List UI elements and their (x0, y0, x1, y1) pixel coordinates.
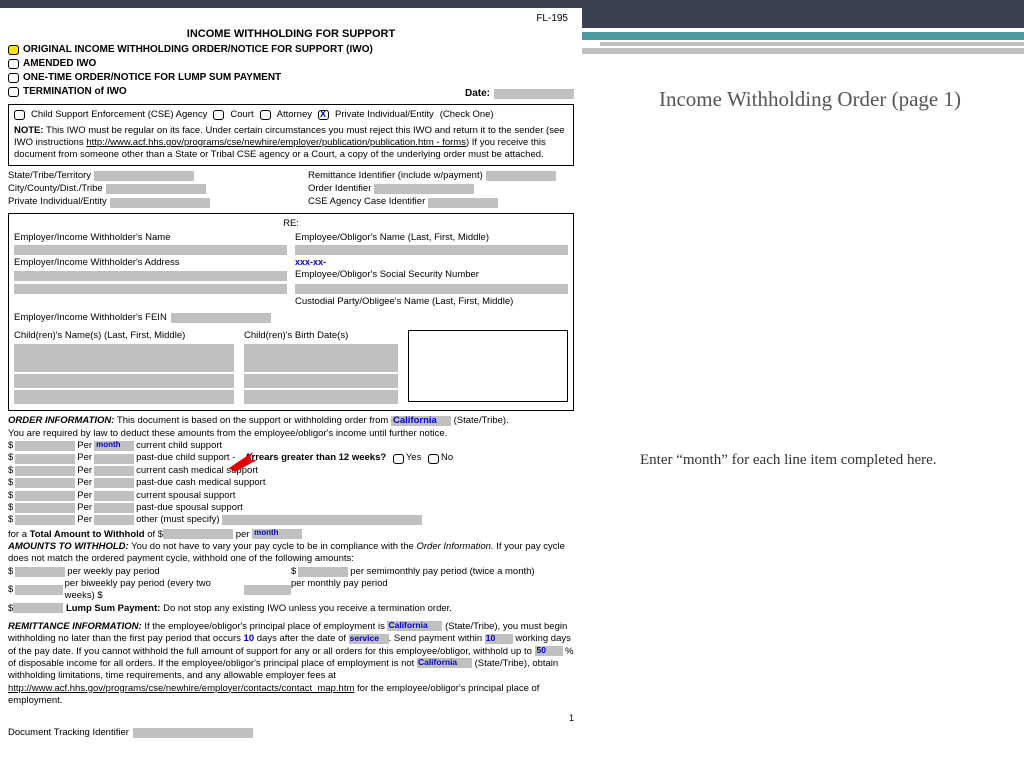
page-number: 1 (8, 713, 574, 725)
date-input[interactable] (494, 89, 574, 99)
amount-input[interactable] (13, 603, 63, 613)
checkbox-icon[interactable] (393, 454, 404, 464)
sender-section: Child Support Enforcement (CSE) Agency C… (8, 104, 574, 165)
parties-section: RE: Employer/Income Withholder's Name Em… (8, 213, 574, 412)
identifier-rows: State/Tribe/TerritoryRemittance Identifi… (8, 170, 574, 209)
field-input[interactable] (244, 374, 398, 388)
checkbox-icon[interactable] (260, 110, 271, 120)
field-input[interactable] (14, 390, 234, 404)
checkbox-checked-icon[interactable] (318, 110, 329, 120)
amount-input[interactable] (15, 585, 62, 595)
form-code: FL-195 (8, 12, 574, 25)
other-input[interactable] (222, 515, 422, 525)
field-input[interactable] (14, 284, 287, 294)
option-original: ORIGINAL INCOME WITHHOLDING ORDER/NOTICE… (8, 43, 574, 56)
field-input[interactable] (94, 171, 194, 181)
order-information: ORDER INFORMATION: This document is base… (8, 415, 574, 540)
amount-input[interactable] (15, 515, 75, 525)
tracking-row: Document Tracking Identifier (8, 727, 574, 739)
form-title: INCOME WITHHOLDING FOR SUPPORT (8, 27, 574, 41)
field-input[interactable] (428, 198, 498, 208)
amount-input[interactable] (15, 567, 65, 577)
option-amended: AMENDED IWO (8, 57, 574, 70)
amounts-section: AMOUNTS TO WITHHOLD: You do not have to … (8, 541, 574, 615)
total-input[interactable] (163, 529, 233, 539)
field-input[interactable] (171, 313, 271, 323)
slide-instruction: Enter “month” for each line item complet… (640, 450, 980, 471)
field-input[interactable] (295, 245, 568, 255)
period-input[interactable] (94, 478, 134, 488)
note-text: NOTE: This IWO must be regular on its fa… (14, 125, 568, 162)
period-input[interactable] (94, 491, 134, 501)
amount-input[interactable] (15, 466, 75, 476)
amount-input[interactable] (15, 478, 75, 488)
field-input[interactable] (14, 245, 287, 255)
form-document: FL-195 INCOME WITHHOLDING FOR SUPPORT OR… (0, 8, 582, 747)
tracking-input[interactable] (133, 728, 253, 738)
field-input[interactable] (374, 184, 474, 194)
period-input[interactable] (94, 515, 134, 525)
field-input[interactable] (14, 344, 234, 372)
header-stripe-2 (580, 48, 1024, 54)
option-onetime: ONE-TIME ORDER/NOTICE FOR LUMP SUM PAYME… (8, 71, 574, 84)
checkbox-icon[interactable] (8, 87, 19, 97)
checkbox-icon[interactable] (213, 110, 224, 120)
checkbox-icon[interactable] (14, 110, 25, 120)
field-input[interactable] (106, 184, 206, 194)
amount-input[interactable] (244, 585, 291, 595)
amount-input[interactable] (15, 454, 75, 464)
amount-input[interactable] (15, 491, 75, 501)
checkbox-icon[interactable] (428, 454, 439, 464)
field-input[interactable] (14, 271, 287, 281)
field-input[interactable] (110, 198, 210, 208)
amount-input[interactable] (15, 503, 75, 513)
amount-input[interactable] (298, 567, 348, 577)
contacts-link[interactable]: http://www.acf.hhs.gov/programs/cse/newh… (8, 683, 354, 694)
blank-box (408, 330, 568, 402)
period-input[interactable] (94, 454, 134, 464)
field-input[interactable] (244, 344, 398, 372)
checkbox-icon[interactable] (8, 45, 19, 55)
instructions-link[interactable]: http://www.acf.hhs.gov/programs/cse/newh… (86, 137, 466, 148)
field-input[interactable] (14, 374, 234, 388)
field-input[interactable] (244, 390, 398, 404)
slide-title: Income Withholding Order (page 1) (640, 86, 980, 113)
period-input[interactable] (94, 466, 134, 476)
checkbox-icon[interactable] (8, 73, 19, 83)
field-input[interactable] (486, 171, 556, 181)
remittance-section: REMITTANCE INFORMATION: If the employee/… (8, 621, 574, 707)
period-input[interactable] (94, 503, 134, 513)
checkbox-icon[interactable] (8, 59, 19, 69)
field-input[interactable] (295, 284, 568, 294)
amount-input[interactable] (15, 441, 75, 451)
